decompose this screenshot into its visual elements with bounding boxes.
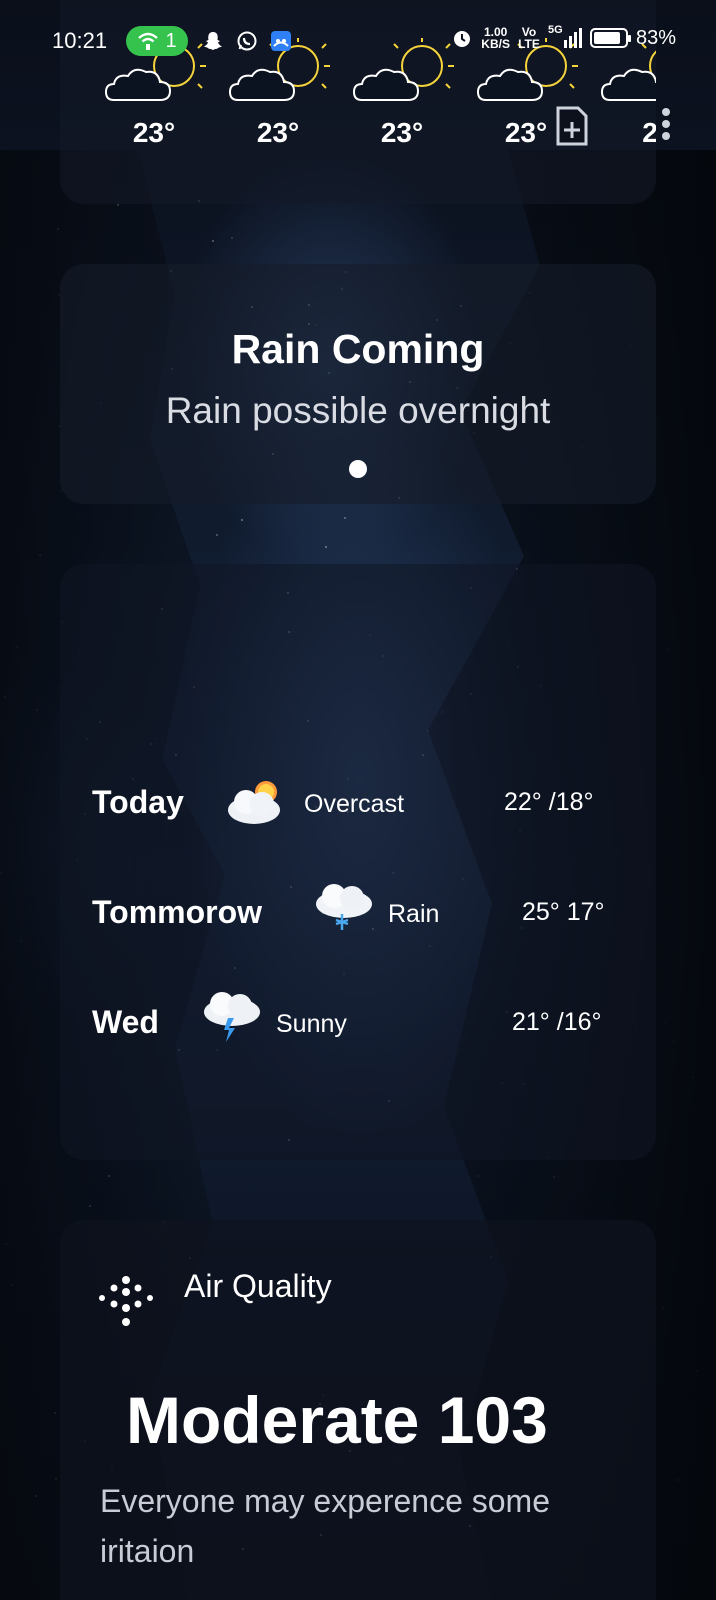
rain-alert-card[interactable]: Rain Coming Rain possible overnight	[60, 264, 656, 504]
forecast-row-today[interactable]: Today Overcast 22° /18°	[60, 774, 656, 834]
signal-strength-icon: 5G	[548, 24, 582, 48]
forecast-day: Today	[92, 784, 184, 820]
air-quality-label: Air Quality	[184, 1268, 332, 1304]
star	[241, 519, 243, 521]
hourly-temp: 2	[642, 117, 656, 148]
add-page-icon[interactable]	[556, 106, 588, 146]
battery-icon	[589, 28, 631, 48]
forecast-row-tomorrow[interactable]: Tommorow Rain 25° 17°	[60, 884, 656, 944]
battery-percent: 83%	[635, 26, 676, 49]
status-time: 10:21	[52, 28, 108, 53]
hourly-temp: 23°	[380, 117, 424, 148]
forecast-temps: 22° /18°	[504, 788, 594, 816]
hotspot-count: 1	[165, 29, 177, 52]
forecast-row-wed[interactable]: Wed Sunny 21° /16°	[60, 992, 656, 1054]
network-type: 5G	[547, 24, 563, 36]
star	[212, 240, 214, 242]
page-indicator-dot[interactable]	[349, 460, 367, 478]
star	[231, 237, 233, 239]
air-quality-card[interactable]: Air Quality Moderate 103 Everyone may ex…	[60, 1220, 656, 1600]
forecast-day: Wed	[92, 1004, 159, 1040]
air-quality-description: Everyone may experence some iritaion	[100, 1483, 550, 1569]
more-options-icon[interactable]	[660, 108, 672, 144]
forecast-day: Tommorow	[92, 894, 263, 930]
status-right-group: 1.00 KB/S Vo LTE 5G 83%	[451, 24, 676, 51]
whatsapp-icon	[237, 31, 257, 51]
hotspot-badge[interactable]: 1	[126, 26, 188, 56]
air-quality-value: Moderate 103	[126, 1383, 548, 1457]
snow-cloud-icon	[316, 884, 372, 930]
rain-alert-title: Rain Coming	[231, 326, 485, 372]
star	[216, 534, 218, 536]
cloud-sun-icon	[228, 781, 280, 824]
daily-forecast-card: Today Overcast 22° /18° Tommorow Rain 25…	[60, 564, 656, 1160]
network-speed-unit: KB/S	[481, 37, 510, 51]
network-speed: 1.00 KB/S	[481, 26, 510, 50]
hourly-temp: 23°	[132, 117, 176, 148]
forecast-temps: 21° /16°	[512, 1008, 602, 1036]
forecast-condition: Sunny	[276, 1010, 347, 1038]
status-bar: 10:21 1 1.00 KB/S Vo LTE 5G 83%	[0, 0, 716, 80]
hourly-temp: 23°	[256, 117, 300, 148]
forecast-temps: 25° 17°	[522, 898, 605, 926]
air-quality-icon	[99, 1276, 153, 1326]
volte-indicator: Vo LTE	[518, 25, 540, 51]
star	[325, 546, 327, 548]
wifi-hotspot-icon	[138, 32, 159, 50]
forecast-condition: Rain	[388, 900, 440, 928]
rain-alert-subtitle: Rain possible overnight	[165, 390, 551, 431]
snapchat-icon	[204, 32, 222, 50]
star	[344, 517, 346, 519]
thunder-cloud-icon	[204, 992, 260, 1042]
app-notification-icon	[271, 31, 291, 51]
forecast-condition: Overcast	[304, 790, 405, 818]
alarm-icon	[454, 31, 471, 47]
